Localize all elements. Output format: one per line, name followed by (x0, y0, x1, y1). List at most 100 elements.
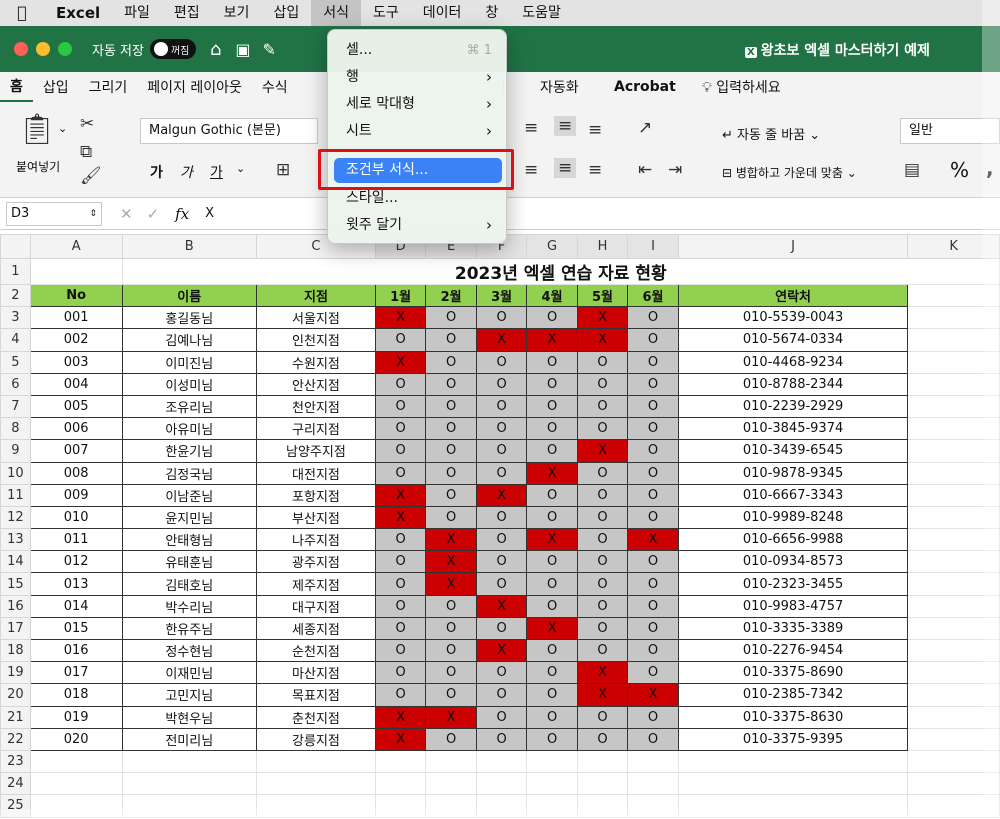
row-header[interactable]: 25 (1, 795, 31, 817)
tell-me-box[interactable]: 💡︎ 입력하세요 (692, 77, 791, 97)
cell[interactable]: O (577, 640, 627, 662)
cell[interactable]: 010-8788-2344 (678, 373, 908, 395)
cell[interactable]: O (476, 395, 526, 417)
cell[interactable]: X (375, 307, 425, 329)
align-middle-icon[interactable]: ≡ (554, 116, 576, 136)
text-orientation-icon[interactable]: ↗ (638, 118, 652, 138)
cell[interactable]: O (577, 595, 627, 617)
cell[interactable]: O (375, 529, 425, 551)
cell[interactable]: X (375, 351, 425, 373)
cell[interactable]: 010-0934-8573 (678, 551, 908, 573)
cell[interactable]: 010 (30, 506, 122, 528)
cell[interactable]: 춘천지점 (256, 706, 375, 728)
cell[interactable]: 이성미님 (122, 373, 256, 395)
cell[interactable]: X (476, 595, 526, 617)
cell[interactable] (527, 773, 577, 795)
menu-window[interactable]: 창 (473, 0, 510, 26)
cell[interactable] (908, 573, 1000, 595)
cell[interactable]: X (375, 728, 425, 750)
cell[interactable]: O (577, 462, 627, 484)
cell[interactable]: O (527, 728, 577, 750)
menu-excel[interactable]: Excel (44, 0, 112, 26)
sheet-title[interactable]: 2023년 엑셀 연습 자료 현황 (122, 259, 999, 285)
cell[interactable] (628, 750, 678, 772)
row-header[interactable]: 11 (1, 484, 31, 506)
cell[interactable]: 010-3375-8690 (678, 662, 908, 684)
cell[interactable]: 008 (30, 462, 122, 484)
cell[interactable] (908, 728, 1000, 750)
cell[interactable]: O (375, 617, 425, 639)
cell[interactable] (122, 773, 256, 795)
row-header[interactable]: 9 (1, 440, 31, 462)
menu-edit[interactable]: 편집 (162, 0, 212, 26)
cell[interactable]: 010-6667-3343 (678, 484, 908, 506)
cell[interactable]: O (527, 662, 577, 684)
cell[interactable] (908, 595, 1000, 617)
cell[interactable]: O (476, 728, 526, 750)
row-header[interactable]: 10 (1, 462, 31, 484)
cell[interactable]: 박현우님 (122, 706, 256, 728)
cell[interactable] (678, 773, 908, 795)
cell[interactable]: 이남준님 (122, 484, 256, 506)
cell[interactable]: 대구지점 (256, 595, 375, 617)
cell[interactable]: 014 (30, 595, 122, 617)
align-left-icon[interactable]: ≡ (524, 160, 538, 180)
cell[interactable] (908, 329, 1000, 351)
cell[interactable]: 019 (30, 706, 122, 728)
underline-dropdown-icon[interactable]: ⌄ (236, 162, 245, 175)
cell[interactable]: 010-2323-3455 (678, 573, 908, 595)
cell[interactable]: X (527, 462, 577, 484)
column-title[interactable]: 6월 (628, 285, 678, 307)
cell[interactable] (628, 795, 678, 817)
cell[interactable] (375, 795, 425, 817)
tab-acrobat[interactable]: Acrobat (604, 79, 686, 95)
column-header[interactable]: K (908, 235, 1000, 259)
cell[interactable] (908, 351, 1000, 373)
cell[interactable]: X (577, 662, 627, 684)
cut-icon[interactable]: ✂ (80, 114, 94, 134)
menu-file[interactable]: 파일 (112, 0, 162, 26)
cell[interactable]: O (476, 307, 526, 329)
cell[interactable]: 017 (30, 662, 122, 684)
cell[interactable]: O (577, 617, 627, 639)
row-header[interactable]: 5 (1, 351, 31, 373)
cell[interactable]: 010-2239-2929 (678, 395, 908, 417)
cell[interactable]: 010-2385-7342 (678, 684, 908, 706)
cell[interactable]: X (527, 617, 577, 639)
cell[interactable]: O (426, 373, 476, 395)
cell[interactable]: O (577, 395, 627, 417)
row-header[interactable]: 8 (1, 418, 31, 440)
cell[interactable]: X (527, 329, 577, 351)
column-header[interactable]: G (527, 235, 577, 259)
row-header[interactable]: 1 (1, 259, 31, 285)
cell[interactable] (908, 750, 1000, 772)
cell[interactable]: O (426, 728, 476, 750)
cell[interactable]: 010-3439-6545 (678, 440, 908, 462)
row-header[interactable]: 22 (1, 728, 31, 750)
cell[interactable]: O (426, 617, 476, 639)
cell[interactable]: O (527, 595, 577, 617)
cell[interactable]: O (577, 418, 627, 440)
row-header[interactable]: 20 (1, 684, 31, 706)
cell[interactable]: 010-9989-8248 (678, 506, 908, 528)
cell[interactable]: X (476, 484, 526, 506)
cell[interactable]: 010-2276-9454 (678, 640, 908, 662)
column-title[interactable]: 3월 (476, 285, 526, 307)
cell[interactable]: 010-3335-3389 (678, 617, 908, 639)
cell[interactable]: O (628, 462, 678, 484)
row-header[interactable]: 12 (1, 506, 31, 528)
cell[interactable]: O (426, 462, 476, 484)
cell[interactable]: O (476, 418, 526, 440)
cell[interactable]: O (628, 617, 678, 639)
cell[interactable]: 윤지민님 (122, 506, 256, 528)
cell[interactable]: O (577, 529, 627, 551)
column-title[interactable]: 1월 (375, 285, 425, 307)
cancel-entry-icon[interactable]: ✕ (120, 205, 133, 223)
insert-function-button[interactable]: fx (175, 205, 189, 223)
cell[interactable]: O (577, 351, 627, 373)
cell[interactable]: O (628, 706, 678, 728)
cell[interactable]: O (375, 684, 425, 706)
close-window-button[interactable] (14, 42, 28, 56)
cell[interactable]: X (476, 640, 526, 662)
cell[interactable]: 001 (30, 307, 122, 329)
